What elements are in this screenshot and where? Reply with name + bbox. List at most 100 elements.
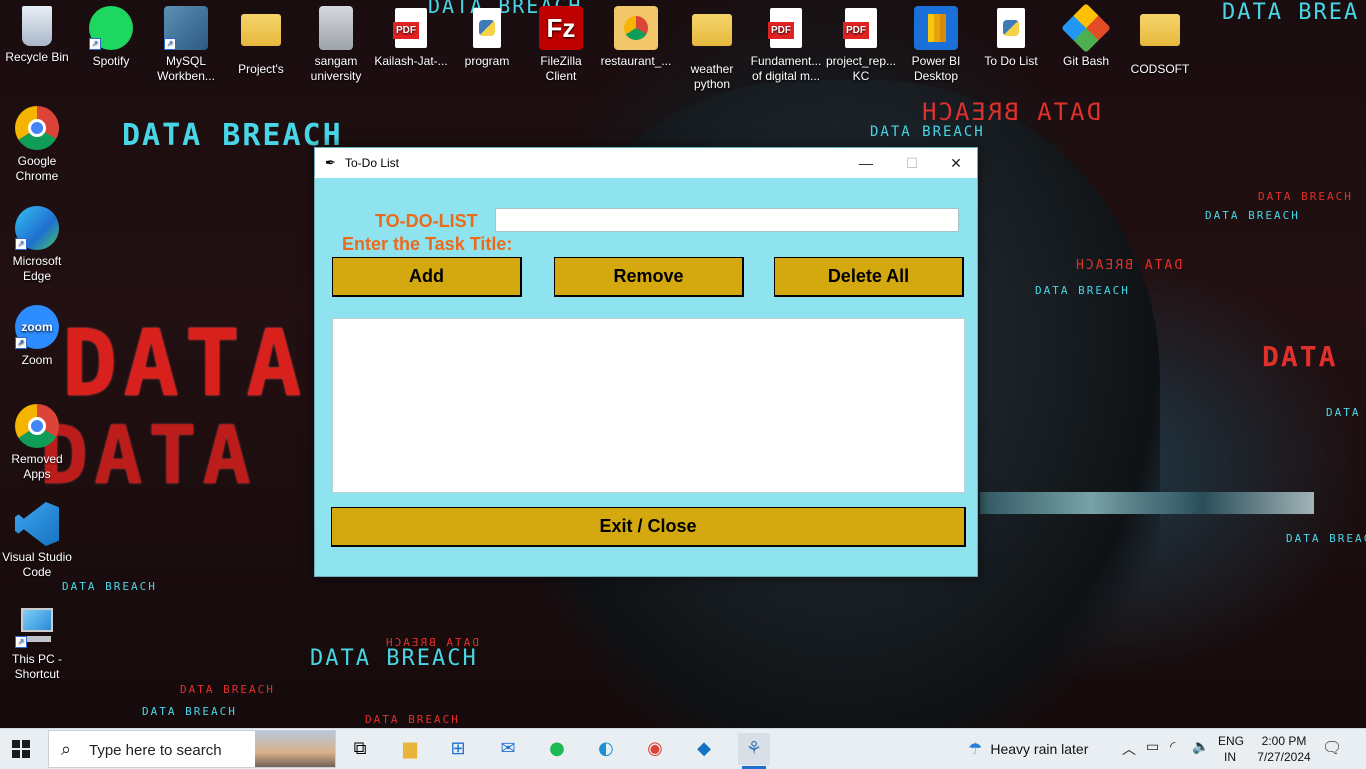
todo-heading: TO-DO-LIST: [375, 211, 478, 231]
pdf-icon: PDF: [839, 6, 883, 50]
wallpaper-text: DATA BREACH: [180, 683, 275, 696]
windows-start-icon[interactable]: [12, 740, 30, 758]
edge-icon: ↗: [15, 206, 59, 250]
wallpaper-text: DATA BREACH: [1258, 190, 1353, 203]
desktop-icon-removed-apps[interactable]: Removed Apps: [0, 404, 74, 482]
mysql-workbench-icon: ↗: [164, 6, 208, 50]
wallpaper-text: DATA: [1262, 340, 1338, 373]
desktop-icon-program[interactable]: program: [450, 6, 524, 69]
desktop-icon-project-report[interactable]: PDF project_rep... KC: [824, 6, 898, 84]
desktop-icon-microsoft-edge[interactable]: ↗ Microsoft Edge: [0, 206, 74, 284]
search-highlight-image: [255, 731, 335, 767]
task-title-input[interactable]: [495, 208, 959, 232]
weather-text: Heavy rain later: [990, 741, 1089, 757]
wallpaper-text: DATA BREACH: [1286, 532, 1366, 545]
spotify-taskbar-icon[interactable]: ●: [541, 733, 573, 765]
task-title-prompt: Enter the Task Title:: [342, 234, 513, 254]
task-listbox[interactable]: [332, 318, 965, 493]
taskbar: ⌕ Type here to search ⧉ ▆ ⊞ ✉ ● ◐ ◉ ◆ ⚘ …: [0, 728, 1366, 769]
close-button[interactable]: ✕: [933, 148, 979, 178]
desktop-icon-vscode[interactable]: Visual Studio Code: [0, 502, 74, 580]
vscode-taskbar-icon[interactable]: ◆: [688, 733, 720, 765]
chrome-taskbar-icon[interactable]: ◉: [639, 733, 671, 765]
edge-taskbar-icon[interactable]: ◐: [590, 733, 622, 765]
region-code: IN: [1224, 750, 1236, 764]
desktop-icon-codsoft[interactable]: CODSOFT: [1123, 6, 1197, 77]
desktop-icon-label: Recycle Bin: [5, 50, 69, 64]
desktop-icon-label: CODSOFT: [1130, 62, 1190, 76]
window-titlebar[interactable]: ✒ To-Do List ― ☐ ✕: [315, 148, 977, 178]
chrome-file-icon: [614, 6, 658, 50]
desktop-icon-fundamentals-pdf[interactable]: PDF Fundament... of digital m...: [749, 6, 823, 84]
taskbar-clock[interactable]: 2:00 PM 7/27/2024: [1254, 733, 1314, 765]
desktop-icon-filezilla[interactable]: Fz FileZilla Client: [524, 6, 598, 84]
battery-icon[interactable]: ▭: [1146, 739, 1159, 755]
document-icon: [319, 6, 353, 50]
desktop-icon-to-do-list[interactable]: To Do List: [974, 6, 1048, 69]
wallpaper-text: DATA BREA: [1222, 0, 1360, 25]
desktop-icon-label: Visual Studio Code: [2, 550, 72, 579]
desktop-icon-this-pc[interactable]: ↗ This PC - Shortcut: [0, 604, 74, 682]
exit-close-button[interactable]: Exit / Close: [331, 507, 966, 547]
wallpaper-text: DATA BREACH: [1205, 209, 1300, 222]
folder-icon: [690, 14, 734, 58]
add-button[interactable]: Add: [332, 257, 522, 297]
power-bi-icon: [914, 6, 958, 50]
wallpaper-text: DATA BREACH: [310, 646, 478, 671]
wallpaper-text: DATA BREACH: [142, 705, 237, 718]
desktop-icon-label: Zoom: [21, 353, 53, 367]
desktop-icon-git-bash[interactable]: Git Bash: [1049, 3, 1123, 69]
desktop-icon-label: Power BI Desktop: [911, 54, 961, 83]
shortcut-arrow-icon: ↗: [164, 38, 176, 50]
shortcut-arrow-icon: ↗: [89, 38, 101, 50]
search-placeholder: Type here to search: [89, 742, 222, 759]
desktop-icon-spotify[interactable]: ↗ Spotify: [74, 6, 148, 69]
clock-time: 2:00 PM: [1261, 734, 1307, 748]
language-indicator[interactable]: ENG IN: [1218, 733, 1244, 765]
this-pc-icon: ↗: [15, 604, 59, 648]
wallpaper-text: DATA BREACH: [1035, 284, 1130, 297]
weather-widget[interactable]: ☂ Heavy rain later: [968, 739, 1088, 759]
taskbar-search-box[interactable]: ⌕ Type here to search: [48, 730, 336, 768]
delete-all-button[interactable]: Delete All: [774, 257, 964, 297]
clock-date: 7/27/2024: [1257, 750, 1311, 764]
show-hidden-icons-chevron-icon[interactable]: ︿: [1122, 739, 1136, 759]
rain-cloud-icon: ☂: [968, 741, 983, 758]
desktop-icon-kailash-pdf[interactable]: PDF Kailash-Jat-...: [374, 6, 448, 69]
wallpaper-text: DATA BREACH: [384, 636, 479, 649]
desktop-icon-recycle-bin[interactable]: Recycle Bin: [0, 6, 74, 65]
desktop-icon-restaurant[interactable]: restaurant_...: [599, 6, 673, 69]
wallpaper-text: DATA BREACH: [365, 713, 460, 726]
desktop-icon-label: To Do List: [984, 54, 1038, 68]
volume-icon[interactable]: 🔈: [1192, 739, 1209, 755]
notification-icon[interactable]: 🗨: [1322, 738, 1342, 757]
wifi-icon[interactable]: ◜: [1170, 739, 1175, 755]
maximize-button[interactable]: ☐: [889, 148, 935, 178]
desktop-icon-google-chrome[interactable]: Google Chrome: [0, 106, 74, 184]
remove-button[interactable]: Remove: [554, 257, 744, 297]
mail-icon[interactable]: ✉: [492, 733, 524, 765]
wallpaper-text: DATA BREACH: [870, 124, 985, 140]
desktop-icon-label: FileZilla Client: [540, 54, 582, 83]
python-file-icon: [465, 6, 509, 50]
language-code: ENG: [1218, 734, 1245, 748]
task-view-icon[interactable]: ⧉: [344, 733, 376, 765]
shortcut-arrow-icon: ↗: [15, 337, 27, 349]
wallpaper-text: DATA BREACH: [122, 118, 343, 153]
desktop-icon-label: Kailash-Jat-...: [374, 54, 448, 68]
minimize-button[interactable]: ―: [843, 148, 889, 178]
folder-icon: [1138, 14, 1182, 58]
shortcut-arrow-icon: ↗: [15, 238, 27, 250]
desktop-icon-projects-folder[interactable]: Project's: [224, 6, 298, 77]
microsoft-store-icon[interactable]: ⊞: [442, 733, 474, 765]
desktop-icon-power-bi[interactable]: Power BI Desktop: [899, 6, 973, 84]
desktop-icon-weather-python[interactable]: weather python: [675, 6, 749, 92]
desktop-icon-mysql-workbench[interactable]: ↗ MySQL Workben...: [149, 6, 223, 84]
desktop-icon-label: program: [464, 54, 510, 68]
desktop-icon-zoom[interactable]: zoom ↗ Zoom: [0, 305, 74, 368]
chrome-icon: [15, 404, 59, 448]
file-explorer-icon[interactable]: ▆: [394, 733, 426, 765]
python-taskbar-icon[interactable]: ⚘: [738, 733, 770, 769]
wallpaper-text: DATA BREACH: [920, 98, 1101, 126]
desktop-icon-sangam-university[interactable]: sangam university: [299, 6, 373, 84]
